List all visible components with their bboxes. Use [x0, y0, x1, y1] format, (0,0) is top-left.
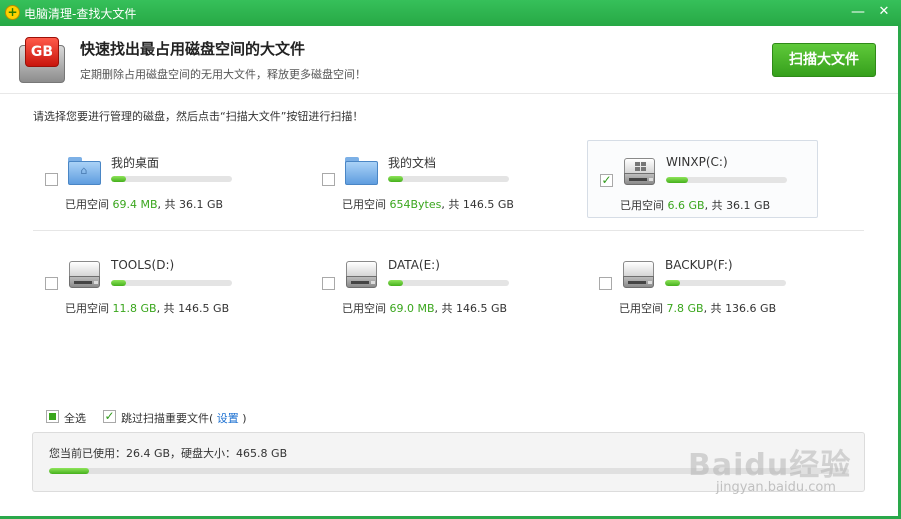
drive-usage-text: 已用空间 69.0 MB, 共 146.5 GB [342, 302, 508, 315]
drive-checkbox[interactable] [322, 173, 335, 186]
drive-usage-text: 已用空间 11.8 GB, 共 146.5 GB [65, 302, 230, 315]
total-usage-text: 您当前已使用：26.4 GB，硬盘大小：465.8 GB [49, 447, 288, 460]
window-title: 电脑清理-查找大文件 [24, 7, 137, 21]
watermark-sub-text: jingyan.baidu.com [716, 480, 836, 495]
drive-usage-bar [665, 280, 786, 286]
drive-checkbox[interactable]: ✓ [600, 174, 613, 187]
drive-tile-documents[interactable]: 我的文档 已用空间 654Bytes, 共 146.5 GB [310, 140, 541, 218]
drive-name: DATA(E:) [388, 258, 440, 272]
drive-usage-bar [388, 176, 509, 182]
hard-drive-icon [68, 259, 101, 290]
drive-tile-desktop[interactable]: ⌂ 我的桌面 已用空间 69.4 MB, 共 36.1 GB [33, 140, 264, 218]
drive-name: BACKUP(F:) [665, 258, 733, 272]
drive-name: 我的桌面 [111, 156, 160, 170]
close-button[interactable]: ✕ [873, 2, 895, 22]
header-subtitle: 定期删除占用磁盘空间的无用大文件，释放更多磁盘空间！ [80, 68, 366, 81]
drive-name: 我的文档 [388, 156, 437, 170]
drive-tile-c[interactable]: ✓ WINXP(C:) 已用空间 6.6 GB, 共 36.1 GB [587, 140, 818, 218]
hard-drive-icon [345, 259, 378, 290]
drive-checkbox[interactable] [45, 173, 58, 186]
header-panel: GB 快速找出最占用磁盘空间的大文件 定期删除占用磁盘空间的无用大文件，释放更多… [0, 26, 901, 94]
select-all-label[interactable]: 全选 [64, 410, 86, 426]
app-icon: + [5, 5, 20, 20]
drive-usage-text: 已用空间 69.4 MB, 共 36.1 GB [65, 198, 224, 211]
row-divider [33, 230, 864, 231]
select-all-checkbox[interactable] [46, 410, 59, 423]
drive-name: WINXP(C:) [666, 155, 728, 169]
minimize-button[interactable]: — [847, 2, 869, 22]
drive-usage-bar [666, 177, 787, 183]
drive-checkbox[interactable] [45, 277, 58, 290]
drive-usage-text: 已用空间 6.6 GB, 共 36.1 GB [620, 199, 771, 212]
drive-usage-text: 已用空间 7.8 GB, 共 136.6 GB [619, 302, 777, 315]
hard-drive-icon [622, 259, 655, 290]
watermark-main-text: Baidu经验 [688, 448, 852, 483]
instruction-text: 请选择您要进行管理的磁盘，然后点击“扫描大文件”按钮进行扫描！ [33, 110, 364, 123]
scan-large-files-button[interactable]: 扫描大文件 [772, 43, 876, 77]
drive-checkbox[interactable] [599, 277, 612, 290]
title-bar: + 电脑清理-查找大文件 — ✕ [0, 0, 901, 26]
drive-usage-bar [388, 280, 509, 286]
documents-folder-icon [345, 155, 378, 186]
drive-usage-text: 已用空间 654Bytes, 共 146.5 GB [342, 198, 514, 211]
skip-important-label: 跳过扫描重要文件( [121, 412, 214, 425]
drive-tile-f[interactable]: BACKUP(F:) 已用空间 7.8 GB, 共 136.6 GB [587, 244, 818, 322]
drive-checkbox[interactable] [322, 277, 335, 290]
settings-link[interactable]: 设置 [217, 412, 239, 425]
drive-usage-bar [111, 280, 232, 286]
baidu-watermark: Baidu经验 jingyan.baidu.com [688, 440, 878, 500]
system-drive-icon [623, 156, 656, 187]
header-title: 快速找出最占用磁盘空间的大文件 [80, 40, 306, 58]
desktop-folder-icon: ⌂ [68, 155, 101, 186]
skip-important-checkbox[interactable]: ✓ [103, 410, 116, 423]
drive-tile-e[interactable]: DATA(E:) 已用空间 69.0 MB, 共 146.5 GB [310, 244, 541, 322]
drive-name: TOOLS(D:) [111, 258, 175, 272]
drive-usage-bar [111, 176, 232, 182]
drive-tile-d[interactable]: TOOLS(D:) 已用空间 11.8 GB, 共 146.5 GB [33, 244, 264, 322]
gb-disk-logo-icon: GB [19, 37, 65, 83]
